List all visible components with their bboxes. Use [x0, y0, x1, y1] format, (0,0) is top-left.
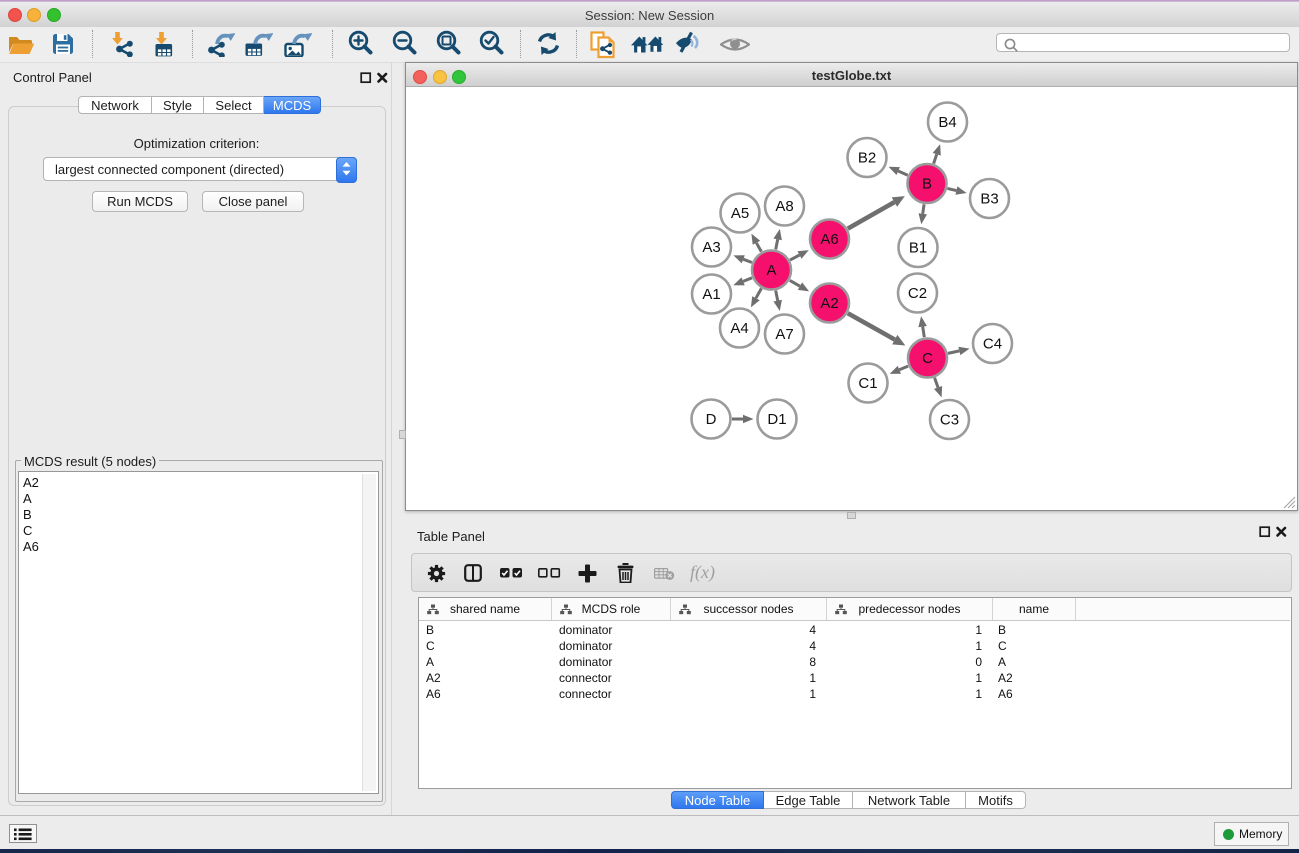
svg-text:A5: A5: [731, 205, 749, 222]
svg-text:A7: A7: [775, 326, 793, 343]
svg-text:A8: A8: [775, 198, 793, 215]
svg-text:A2: A2: [820, 295, 838, 312]
svg-text:B3: B3: [980, 191, 998, 208]
svg-text:A4: A4: [730, 320, 748, 337]
svg-text:B1: B1: [909, 240, 927, 257]
svg-text:A: A: [766, 262, 776, 279]
svg-text:C1: C1: [858, 375, 877, 392]
svg-text:B2: B2: [858, 150, 876, 167]
svg-text:D1: D1: [767, 411, 786, 428]
svg-text:C4: C4: [983, 336, 1002, 353]
svg-text:B4: B4: [938, 114, 956, 131]
svg-text:A3: A3: [702, 239, 720, 256]
svg-text:A1: A1: [702, 286, 720, 303]
svg-text:B: B: [922, 176, 932, 193]
svg-text:C: C: [922, 350, 933, 367]
svg-text:C2: C2: [908, 285, 927, 302]
svg-text:A6: A6: [820, 231, 838, 248]
svg-text:D: D: [706, 411, 717, 428]
svg-text:C3: C3: [940, 412, 959, 429]
